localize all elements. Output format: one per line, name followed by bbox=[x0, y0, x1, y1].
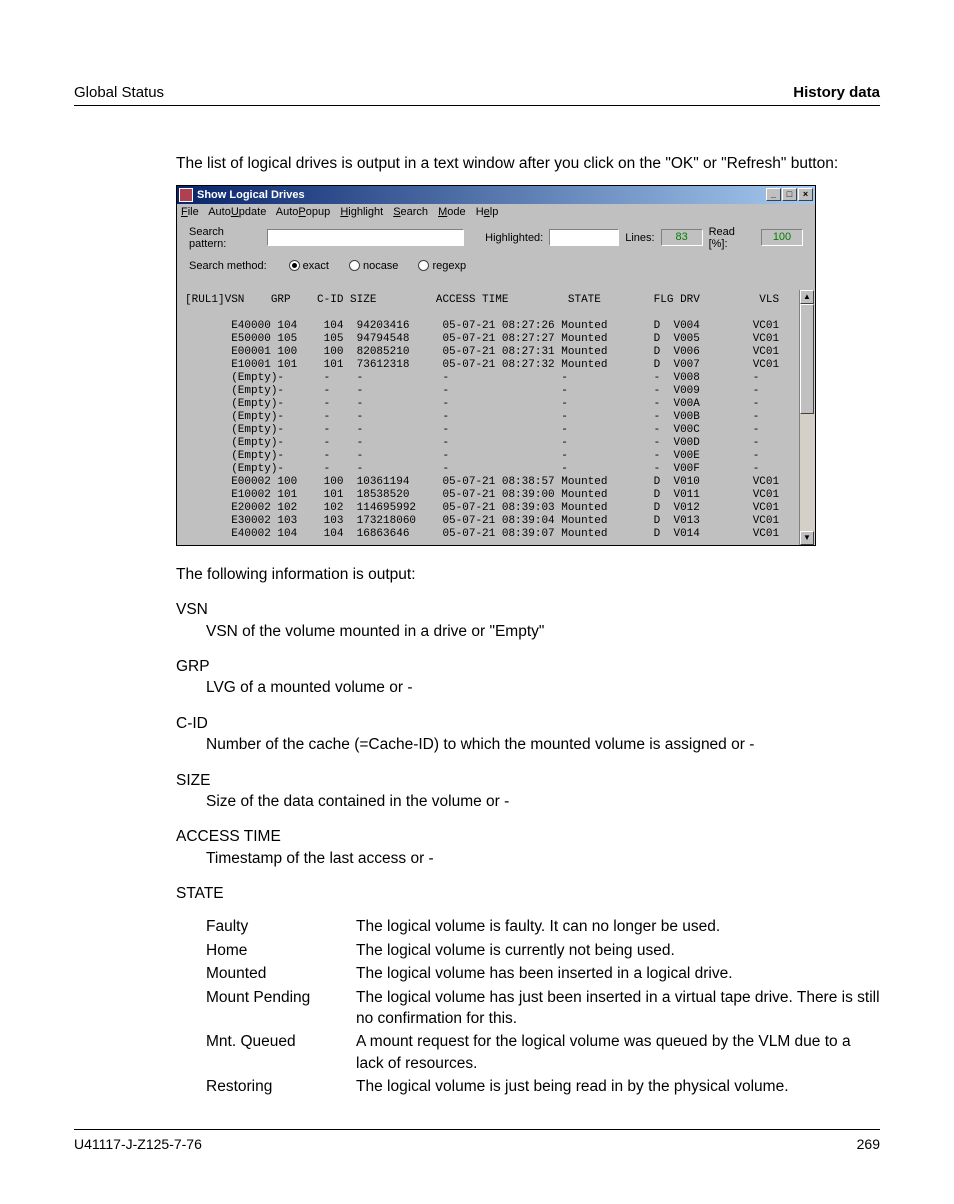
menu-search[interactable]: Search bbox=[393, 206, 428, 218]
doc-id: U41117-J-Z125-7-76 bbox=[74, 1136, 202, 1152]
data-row: (Empty)- - - - - - V00C - bbox=[185, 424, 759, 436]
scroll-down-icon[interactable]: ▼ bbox=[800, 531, 814, 545]
data-row: (Empty)- - - - - - V00E - bbox=[185, 450, 759, 462]
state-restoring-label: Restoring bbox=[206, 1076, 356, 1097]
menu-highlight[interactable]: Highlight bbox=[340, 206, 383, 218]
header-left: Global Status bbox=[74, 84, 164, 101]
menu-autoupdate[interactable]: AutoUpdate bbox=[208, 206, 266, 218]
scroll-thumb[interactable] bbox=[800, 304, 814, 414]
maximize-button[interactable]: □ bbox=[782, 188, 797, 201]
data-row: (Empty)- - - - - - V00D - bbox=[185, 437, 759, 449]
state-restoring-desc: The logical volume is just being read in… bbox=[356, 1076, 880, 1097]
def-access-term: ACCESS TIME bbox=[176, 826, 880, 847]
state-mountpending-label: Mount Pending bbox=[206, 987, 356, 1030]
menu-bar: File AutoUpdate AutoPopup Highlight Sear… bbox=[177, 204, 815, 220]
highlighted-label: Highlighted: bbox=[485, 232, 543, 244]
header-rule bbox=[74, 105, 880, 106]
data-row: E40000 104 104 94203416 05-07-21 08:27:2… bbox=[185, 320, 779, 332]
search-pattern-input[interactable] bbox=[267, 229, 463, 246]
show-logical-drives-window: Show Logical Drives _ □ × File AutoUpdat… bbox=[176, 185, 816, 546]
close-button[interactable]: × bbox=[798, 188, 813, 201]
title-bar[interactable]: Show Logical Drives _ □ × bbox=[177, 186, 815, 204]
data-row: E30002 103 103 173218060 05-07-21 08:39:… bbox=[185, 515, 779, 527]
data-row: E00002 100 100 10361194 05-07-21 08:38:5… bbox=[185, 476, 779, 488]
state-home-label: Home bbox=[206, 940, 356, 961]
state-mntqueued-desc: A mount request for the logical volume w… bbox=[356, 1031, 880, 1074]
data-row: (Empty)- - - - - - V008 - bbox=[185, 372, 759, 384]
def-state-term: STATE bbox=[176, 883, 880, 904]
def-access-desc: Timestamp of the last access or - bbox=[206, 848, 880, 869]
data-row: (Empty)- - - - - - V009 - bbox=[185, 385, 759, 397]
radio-nocase[interactable]: nocase bbox=[349, 260, 398, 272]
intro-paragraph: The list of logical drives is output in … bbox=[176, 154, 880, 175]
page-number: 269 bbox=[857, 1136, 880, 1152]
state-mntqueued-label: Mnt. Queued bbox=[206, 1031, 356, 1074]
data-row: E50000 105 105 94794548 05-07-21 08:27:2… bbox=[185, 333, 779, 345]
def-grp-desc: LVG of a mounted volume or - bbox=[206, 677, 880, 698]
state-mountpending-desc: The logical volume has just been inserte… bbox=[356, 987, 880, 1030]
data-row: E10002 101 101 18538520 05-07-21 08:39:0… bbox=[185, 489, 779, 501]
radio-regexp[interactable]: regexp bbox=[418, 260, 466, 272]
state-home-desc: The logical volume is currently not bein… bbox=[356, 940, 880, 961]
def-cid-desc: Number of the cache (=Cache-ID) to which… bbox=[206, 734, 880, 755]
lines-label: Lines: bbox=[625, 232, 654, 244]
data-row: (Empty)- - - - - - V00B - bbox=[185, 411, 759, 423]
header-right: History data bbox=[793, 84, 880, 101]
state-mounted-desc: The logical volume has been inserted in … bbox=[356, 963, 880, 984]
def-cid-term: C-ID bbox=[176, 713, 880, 734]
lines-value: 83 bbox=[661, 229, 703, 246]
data-row: (Empty)- - - - - - V00F - bbox=[185, 463, 759, 475]
read-value: 100 bbox=[761, 229, 803, 246]
lead-out: The following information is output: bbox=[176, 564, 880, 585]
scroll-up-icon[interactable]: ▲ bbox=[800, 290, 814, 304]
menu-file[interactable]: File bbox=[181, 206, 199, 218]
data-row: E10001 101 101 73612318 05-07-21 08:27:3… bbox=[185, 359, 779, 371]
menu-autopopup[interactable]: AutoPopup bbox=[276, 206, 330, 218]
read-label: Read [%]: bbox=[709, 226, 755, 250]
state-faulty-label: Faulty bbox=[206, 916, 356, 937]
column-header-row: [RUL1]VSN GRP C-ID SIZE ACCESS TIME STAT… bbox=[185, 294, 779, 306]
highlighted-input[interactable] bbox=[549, 229, 619, 246]
menu-help[interactable]: Help bbox=[476, 206, 499, 218]
app-icon bbox=[179, 188, 193, 202]
def-vsn-term: VSN bbox=[176, 599, 880, 620]
data-row: E00001 100 100 82085210 05-07-21 08:27:3… bbox=[185, 346, 779, 358]
def-vsn-desc: VSN of the volume mounted in a drive or … bbox=[206, 621, 880, 642]
data-row: E40002 104 104 16863646 05-07-21 08:39:0… bbox=[185, 528, 779, 540]
menu-mode[interactable]: Mode bbox=[438, 206, 466, 218]
search-pattern-label: Search pattern: bbox=[189, 226, 261, 250]
state-faulty-desc: The logical volume is faulty. It can no … bbox=[356, 916, 880, 937]
window-title: Show Logical Drives bbox=[197, 189, 305, 201]
footer-rule bbox=[74, 1129, 880, 1130]
data-listing: [RUL1]VSN GRP C-ID SIZE ACCESS TIME STAT… bbox=[177, 290, 799, 545]
radio-exact[interactable]: exact bbox=[289, 260, 329, 272]
state-mounted-label: Mounted bbox=[206, 963, 356, 984]
vertical-scrollbar[interactable]: ▲ ▼ bbox=[799, 290, 815, 545]
search-method-label: Search method: bbox=[189, 260, 267, 272]
minimize-button[interactable]: _ bbox=[766, 188, 781, 201]
def-size-desc: Size of the data contained in the volume… bbox=[206, 791, 880, 812]
data-row: (Empty)- - - - - - V00A - bbox=[185, 398, 759, 410]
def-size-term: SIZE bbox=[176, 770, 880, 791]
data-row: E20002 102 102 114695992 05-07-21 08:39:… bbox=[185, 502, 779, 514]
def-grp-term: GRP bbox=[176, 656, 880, 677]
